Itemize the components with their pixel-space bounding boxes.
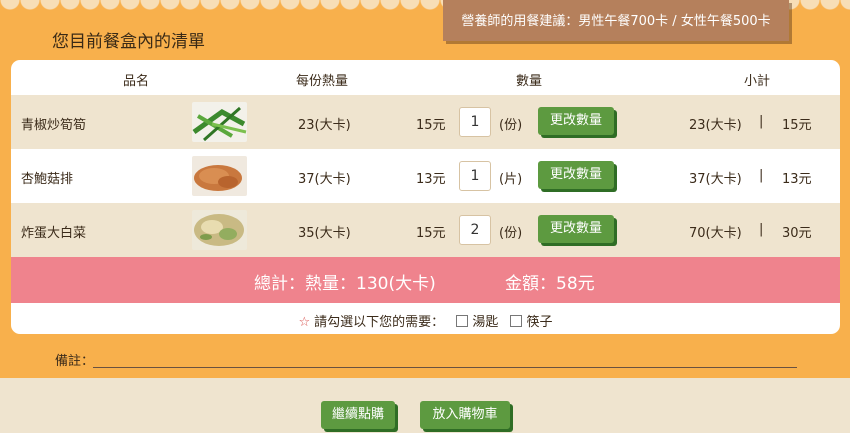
- change-quantity-button[interactable]: 更改數量: [538, 161, 614, 189]
- quantity-input[interactable]: 1: [459, 161, 491, 191]
- quantity-unit: (份): [499, 226, 523, 241]
- total-amount: 金額：58元: [505, 274, 595, 294]
- item-calories: 37(大卡): [298, 172, 351, 187]
- chopsticks-checkbox[interactable]: [510, 315, 523, 327]
- table-row: 杏鮑菇排 37(大卡) 13元 1 (片) 更改數量 37(大卡) | 13元: [11, 149, 840, 203]
- table-row: 青椒炒筍筍 23(大卡) 15元 1 (份) 更改數量 23(大卡) | 15元: [11, 95, 840, 149]
- subtotal-separator: |: [759, 114, 764, 129]
- page-title: 您目前餐盒內的清單: [52, 32, 205, 52]
- item-price: 15元: [416, 226, 446, 241]
- add-to-cart-button[interactable]: 放入購物車: [420, 401, 510, 429]
- subtotal-calories: 23(大卡): [689, 118, 742, 133]
- subtotal-calories: 70(大卡): [689, 226, 742, 241]
- subtotal-calories: 37(大卡): [689, 172, 742, 187]
- spoon-label[interactable]: 湯匙: [472, 315, 498, 330]
- subtotal-price: 15元: [782, 118, 812, 133]
- subtotal-separator: |: [759, 168, 764, 183]
- subtotal-separator: |: [759, 222, 764, 237]
- change-quantity-button[interactable]: 更改數量: [538, 107, 614, 135]
- quantity-unit: (份): [499, 118, 523, 133]
- quantity-input[interactable]: 2: [459, 215, 491, 245]
- food-image-mushroom-steak: [192, 156, 247, 196]
- spoon-checkbox[interactable]: [456, 315, 469, 327]
- continue-ordering-button[interactable]: 繼續點購: [321, 401, 395, 429]
- note-input[interactable]: [93, 367, 797, 368]
- subtotal-price: 30元: [782, 226, 812, 241]
- cart-table: 品名 每份熱量 數量 小計 青椒炒筍筍 23(大卡) 15元 1 (份) 更改數…: [11, 60, 840, 334]
- utensil-options: ☆ 請勾選以下您的需要： 湯匙 筷子: [11, 311, 840, 330]
- star-icon: ☆: [298, 315, 311, 330]
- nutrition-advice-banner: 營養師的用餐建議：男性午餐700卡 / 女性午餐500卡: [443, 0, 789, 41]
- total-bar: 總計：熱量：130(大卡) 金額：58元: [11, 257, 840, 303]
- utensil-prompt: 請勾選以下您的需要：: [314, 315, 445, 330]
- note-label: 備註：: [55, 354, 95, 369]
- quantity-unit: (片): [499, 172, 523, 187]
- subtotal-price: 13元: [782, 172, 812, 187]
- table-row: 炸蛋大白菜 35(大卡) 15元 2 (份) 更改數量 70(大卡) | 30元: [11, 203, 840, 257]
- header-calories: 每份熱量: [295, 74, 349, 89]
- item-name: 炸蛋大白菜: [21, 226, 87, 241]
- chopsticks-label[interactable]: 筷子: [526, 315, 552, 330]
- item-name: 杏鮑菇排: [21, 172, 74, 187]
- item-name: 青椒炒筍筍: [21, 118, 87, 133]
- food-image-green-pepper: [192, 102, 247, 142]
- food-image-fried-egg-cabbage: [192, 210, 247, 250]
- item-price: 13元: [416, 172, 446, 187]
- header-name: 品名: [122, 74, 150, 89]
- header-quantity: 數量: [515, 74, 543, 89]
- header-subtotal: 小計: [743, 74, 771, 89]
- table-header: 品名 每份熱量 數量 小計: [11, 60, 840, 96]
- item-calories: 23(大卡): [298, 118, 351, 133]
- item-price: 15元: [416, 118, 446, 133]
- change-quantity-button[interactable]: 更改數量: [538, 215, 614, 243]
- total-calories: 總計：熱量：130(大卡): [254, 274, 436, 294]
- item-calories: 35(大卡): [298, 226, 351, 241]
- quantity-input[interactable]: 1: [459, 107, 491, 137]
- cart-panel: 您目前餐盒內的清單 營養師的用餐建議：男性午餐700卡 / 女性午餐500卡 品…: [0, 0, 850, 378]
